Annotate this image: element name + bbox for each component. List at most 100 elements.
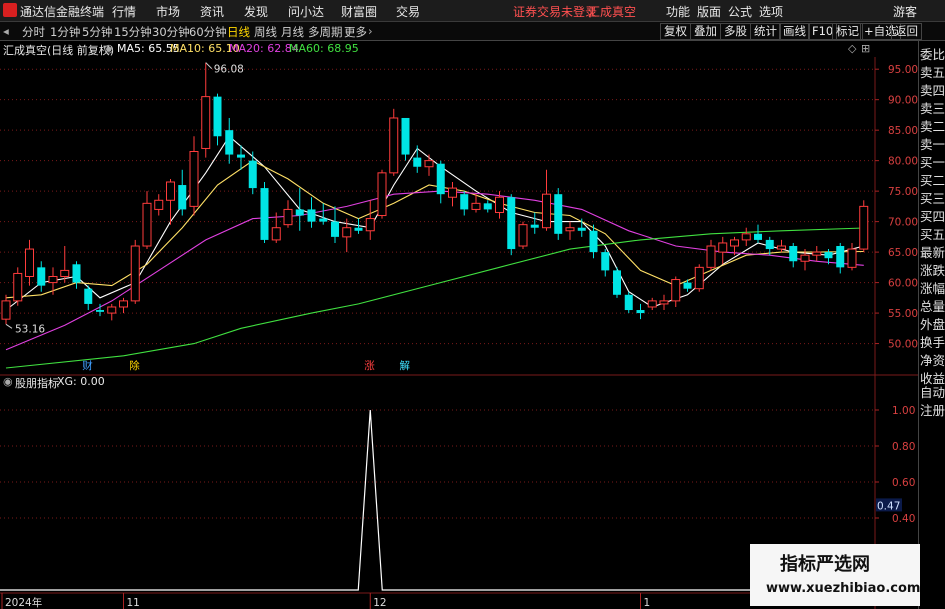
candles [1, 62, 869, 325]
btn-overlay[interactable]: 叠加 [690, 23, 721, 40]
candle-body [201, 96, 211, 149]
side-panel-item[interactable]: 买一 [920, 155, 945, 170]
indicator-axis-label: 1.00 [892, 405, 915, 417]
candle-body [436, 163, 445, 195]
period-5min[interactable]: 5分钟 [82, 24, 112, 40]
btn-multi-stock[interactable]: 多股 [720, 23, 751, 40]
candle-body [377, 172, 387, 217]
indicator-axis-label: 0.40 [892, 513, 915, 525]
period-multi[interactable]: 多周期 [308, 24, 343, 40]
event-marker: 财 [82, 359, 93, 372]
side-panel-item[interactable]: 卖二 [920, 119, 945, 134]
btn-draw[interactable]: 画线 [779, 23, 810, 40]
side-panel-item[interactable]: 涨跌 [920, 263, 945, 278]
login-warning[interactable]: 证券交易未登录 [513, 3, 597, 20]
candle-body [671, 279, 681, 302]
settings-icon[interactable]: ◉ [104, 42, 114, 55]
menu-item-function[interactable]: 功能 [666, 3, 690, 20]
period-1min[interactable]: 1分钟 [50, 24, 80, 40]
period-15min[interactable]: 15分钟 [114, 24, 152, 40]
expand-icon[interactable]: ⊞ [861, 42, 870, 55]
side-panel-item[interactable]: 委比 [920, 47, 945, 62]
btn-mark[interactable]: 标记 [832, 23, 863, 40]
kline-chart[interactable]: 95.00 90.00 85.00 80.00 75.00 70.00 65.00 60.00… [0, 57, 918, 609]
menu-item-news[interactable]: 资讯 [200, 3, 224, 20]
candle-body [248, 160, 257, 189]
candle-body [84, 288, 93, 304]
candle-body [424, 160, 434, 168]
candle-body [507, 197, 516, 250]
side-panel-item[interactable]: 卖五 [920, 65, 945, 80]
candle-body [601, 252, 610, 271]
indicator-value: XG: 0.00 [57, 375, 105, 388]
menu-item-options[interactable]: 选项 [759, 3, 783, 20]
side-panel-item[interactable]: 收益 [920, 371, 945, 386]
nav-back-icon[interactable]: ◂ [3, 24, 9, 38]
indicator-settings-icon[interactable]: ◉ [3, 375, 13, 388]
period-daily[interactable]: 日线 [227, 24, 250, 40]
chevron-right-icon[interactable]: › [368, 24, 373, 38]
chart-title: 汇成真空(日线 前复权) [3, 44, 115, 57]
btn-return[interactable]: 返回 [891, 23, 922, 40]
candle-body [624, 294, 633, 311]
menu-item-trade[interactable]: 交易 [396, 3, 420, 20]
period-30min[interactable]: 30分钟 [152, 24, 190, 40]
period-more[interactable]: 更多 [344, 24, 367, 40]
candle-body [260, 188, 269, 240]
guest-login[interactable]: 游客 [893, 3, 917, 20]
indicator-title[interactable]: 股朋指标 [15, 375, 59, 391]
menu-item-wealth[interactable]: 财富圈 [341, 3, 377, 20]
candle-body [565, 227, 575, 232]
side-panel-item[interactable]: 买三 [920, 191, 945, 206]
side-panel-lower-item[interactable]: 注册 [920, 403, 945, 418]
side-panel-item[interactable]: 卖一 [920, 137, 945, 152]
xg-line [0, 409, 875, 591]
period-weekly[interactable]: 周线 [254, 24, 277, 40]
side-panel-item[interactable]: 涨幅 [920, 281, 945, 296]
side-panel-item[interactable]: 买四 [920, 209, 945, 224]
side-panel-item[interactable]: 换手 [920, 335, 945, 350]
candle-body [25, 248, 34, 277]
candle-body [471, 202, 481, 210]
side-panel-item[interactable]: 买二 [920, 173, 945, 188]
candle-body [342, 227, 352, 238]
menu-item-discover[interactable]: 发现 [244, 3, 268, 20]
menu-item-quotes[interactable]: 行情 [112, 3, 136, 20]
candle-body [72, 264, 81, 283]
side-panel-item[interactable]: 卖三 [920, 101, 945, 116]
min-pointer [5, 323, 13, 329]
side-panel-item[interactable]: 外盘 [920, 317, 945, 332]
period-intraday[interactable]: 分时 [22, 24, 45, 40]
price-label: 60.00 [888, 278, 918, 290]
date-label: 1 [644, 597, 651, 609]
price-label: 80.00 [888, 156, 918, 168]
candle-body [730, 239, 739, 247]
period-60min[interactable]: 60分钟 [189, 24, 227, 40]
candle-body [225, 130, 234, 155]
menu-item-layout[interactable]: 版面 [697, 3, 721, 20]
side-panel-item[interactable]: 净资 [920, 353, 945, 368]
candle-body [178, 185, 187, 210]
candle-body [460, 194, 469, 210]
candle-body [354, 227, 363, 231]
indicator-current-label: 0.47 [877, 500, 900, 512]
diamond-icon[interactable]: ◇ [848, 42, 856, 55]
price-label: 50.00 [888, 339, 918, 351]
candle-body [659, 300, 669, 305]
candle-body [307, 209, 316, 222]
side-panel-item[interactable]: 买五 [920, 227, 945, 242]
side-panel-item[interactable]: 卖四 [920, 83, 945, 98]
btn-adjust[interactable]: 复权 [660, 23, 691, 40]
side-panel-item[interactable]: 最新 [920, 245, 945, 260]
candle-body [130, 245, 140, 302]
menu-item-formula[interactable]: 公式 [728, 3, 752, 20]
candle-body [189, 151, 199, 207]
side-panel-item[interactable]: 总量 [920, 299, 945, 314]
menu-item-ask[interactable]: 问小达 [288, 3, 324, 20]
btn-stats[interactable]: 统计 [750, 23, 781, 40]
side-panel-lower-item[interactable]: 自动 [920, 385, 945, 400]
period-monthly[interactable]: 月线 [281, 24, 304, 40]
min-label: 53.16 [15, 323, 45, 335]
candle-body [1, 300, 11, 320]
menu-item-market[interactable]: 市场 [156, 3, 180, 20]
